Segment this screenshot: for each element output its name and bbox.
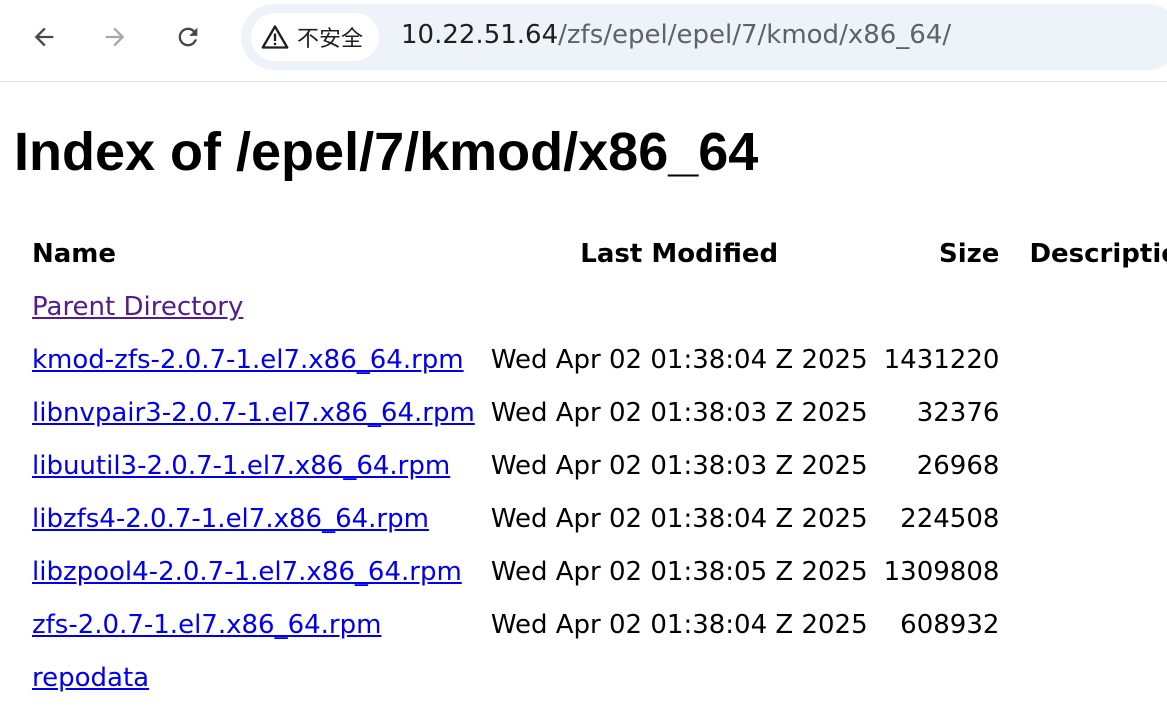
page-title: Index of /epel/7/kmod/x86_64 [14, 122, 759, 182]
url-path: /zfs/epel/epel/7/kmod/x86_64/ [558, 20, 952, 50]
modified-cell: Wed Apr 02 01:38:04 Z 2025 [490, 503, 868, 534]
size-cell: 608932 [900, 609, 1000, 640]
file-link[interactable]: libnvpair3-2.0.7-1.el7.x86_64.rpm [32, 398, 475, 428]
size-cell: 32376 [916, 397, 1000, 428]
warning-triangle-icon [261, 25, 289, 49]
table-row: zfs-2.0.7-1.el7.x86_64.rpm Wed Apr 02 01… [24, 598, 1167, 651]
back-arrow-icon [34, 27, 54, 47]
security-indicator[interactable]: 不安全 [251, 13, 380, 61]
file-link[interactable]: libuutil3-2.0.7-1.el7.x86_64.rpm [32, 451, 450, 481]
column-header-name: Name [32, 239, 117, 269]
modified-cell: Wed Apr 02 01:38:05 Z 2025 [490, 556, 868, 587]
file-link[interactable]: kmod-zfs-2.0.7-1.el7.x86_64.rpm [32, 345, 464, 375]
forward-button[interactable] [95, 17, 135, 57]
modified-cell: Wed Apr 02 01:38:03 Z 2025 [490, 450, 868, 481]
size-cell: 1431220 [883, 344, 1000, 375]
forward-arrow-icon [105, 27, 125, 47]
security-label: 不安全 [297, 27, 364, 52]
size-cell: 224508 [900, 503, 1000, 534]
back-button[interactable] [24, 17, 64, 57]
table-row: libnvpair3-2.0.7-1.el7.x86_64.rpm Wed Ap… [24, 386, 1167, 439]
file-link[interactable]: libzpool4-2.0.7-1.el7.x86_64.rpm [32, 557, 462, 587]
address-bar[interactable]: 不安全 10.22.51.64/zfs/epel/epel/7/kmod/x86… [241, 4, 1167, 70]
column-header-size: Size [939, 239, 1000, 269]
modified-cell: Wed Apr 02 01:38:03 Z 2025 [490, 397, 868, 428]
modified-cell: Wed Apr 02 01:38:04 Z 2025 [490, 344, 868, 375]
table-header-row: Name Last Modified Size Description [24, 228, 1167, 280]
size-cell: 1309808 [883, 556, 1000, 587]
file-link[interactable]: zfs-2.0.7-1.el7.x86_64.rpm [32, 610, 381, 640]
table-row: libuutil3-2.0.7-1.el7.x86_64.rpm Wed Apr… [24, 439, 1167, 492]
file-link[interactable]: libzfs4-2.0.7-1.el7.x86_64.rpm [32, 504, 429, 534]
parent-directory-link[interactable]: Parent Directory [32, 292, 243, 322]
size-cell: 26968 [916, 450, 1000, 481]
directory-listing-table: Name Last Modified Size Description Pare… [24, 228, 1167, 704]
browser-toolbar: 不安全 10.22.51.64/zfs/epel/epel/7/kmod/x86… [0, 0, 1167, 82]
column-header-last-modified: Last Modified [580, 239, 779, 269]
modified-cell: Wed Apr 02 01:38:04 Z 2025 [490, 609, 868, 640]
table-row: libzpool4-2.0.7-1.el7.x86_64.rpm Wed Apr… [24, 545, 1167, 598]
table-row: Parent Directory [24, 280, 1167, 333]
reload-icon [178, 27, 198, 47]
reload-button[interactable] [168, 17, 208, 57]
url-host: 10.22.51.64 [401, 20, 559, 50]
table-row: kmod-zfs-2.0.7-1.el7.x86_64.rpm Wed Apr … [24, 333, 1167, 386]
column-header-description: Description [1029, 239, 1167, 269]
url-text[interactable]: 10.22.51.64/zfs/epel/epel/7/kmod/x86_64/ [401, 20, 951, 50]
table-row: libzfs4-2.0.7-1.el7.x86_64.rpm Wed Apr 0… [24, 492, 1167, 545]
table-row: repodata [24, 651, 1167, 704]
repodata-link[interactable]: repodata [32, 663, 149, 693]
